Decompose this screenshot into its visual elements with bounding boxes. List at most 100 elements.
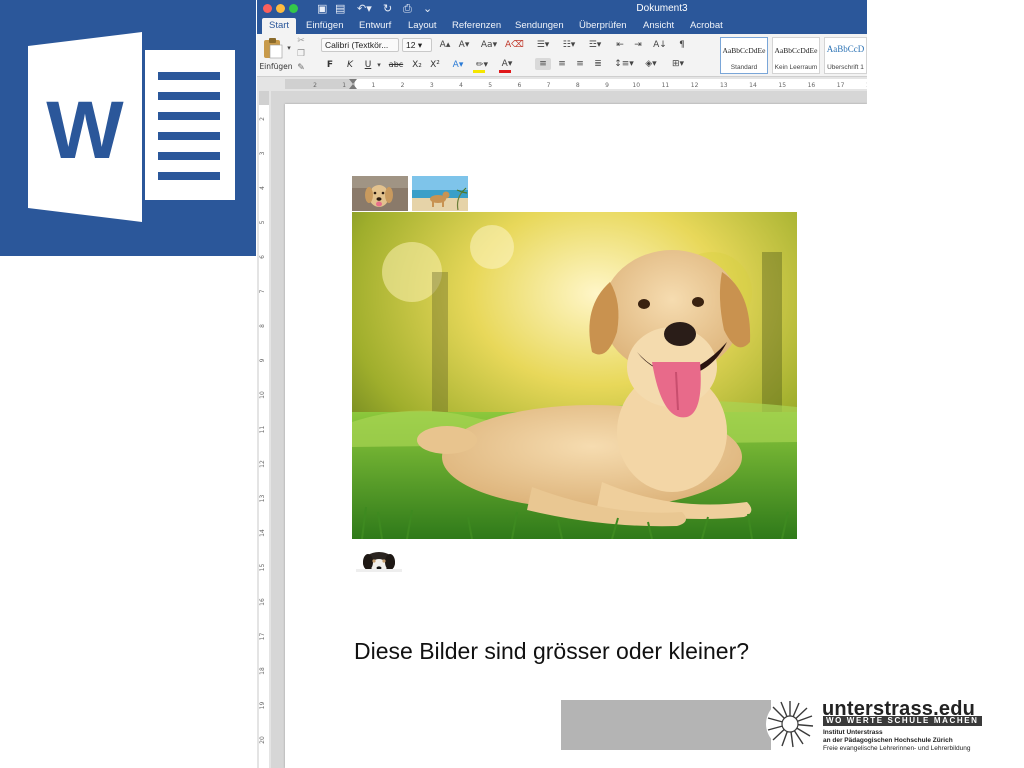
tab-acrobat[interactable]: Acrobat: [690, 18, 723, 34]
sort-icon[interactable]: A↓: [652, 39, 668, 51]
clear-formatting-icon[interactable]: A⌫: [505, 39, 524, 51]
shading-icon[interactable]: ◈▾: [641, 58, 661, 70]
ruler-tick-label: 11: [662, 82, 670, 89]
tab-referenzen[interactable]: Referenzen: [452, 18, 501, 34]
document-page[interactable]: Diese Bilder sind grösser oder kleiner?: [285, 104, 867, 768]
ruler-tick-label: 2: [259, 117, 266, 121]
horizontal-ruler[interactable]: 21123456789101112131415161718: [257, 77, 867, 91]
ruler-tick-label: 12: [691, 82, 699, 89]
grow-font-icon[interactable]: A▴: [437, 39, 453, 51]
multilevel-list-icon[interactable]: ☲▾: [585, 39, 605, 51]
underline-button[interactable]: U: [361, 58, 375, 72]
ruler-tick-label: 20: [259, 736, 266, 744]
align-center-icon[interactable]: ≡: [555, 58, 569, 70]
style-kein-leerraum[interactable]: AaBbCcDdEe Kein Leerraum: [772, 37, 820, 74]
decrease-indent-icon[interactable]: ⇤: [613, 39, 627, 51]
shrink-font-icon[interactable]: A▾: [456, 39, 472, 51]
ruler-tick-label: 14: [749, 82, 757, 89]
dog-portrait-image: [352, 176, 408, 211]
tab-start[interactable]: Start: [262, 18, 297, 34]
bullets-icon[interactable]: ☰▾: [533, 39, 553, 51]
ribbon-toolbar: Einfügen ▾ ✂ ❐ ✎ Calibri (Textkör... 12 …: [257, 34, 867, 77]
word-window: ▣ ▤ ↶▾ ↻ ⎙ ⌄ Dokument3 Start Einfügen En…: [257, 0, 867, 768]
change-case-icon[interactable]: Aa▾: [478, 39, 500, 51]
subscript-button[interactable]: X₂: [409, 58, 425, 72]
bold-button[interactable]: F: [323, 58, 337, 72]
format-painter-icon[interactable]: ✎: [295, 62, 307, 74]
ruler-tick-label: 12: [259, 460, 266, 468]
tab-ansicht[interactable]: Ansicht: [643, 18, 674, 34]
brand-tagline: WO WERTE SCHULE MACHEN: [823, 716, 982, 726]
word-app-logo: W: [0, 0, 256, 256]
ruler-tick-label: 1: [371, 82, 375, 89]
copy-icon[interactable]: ❐: [295, 48, 307, 60]
ruler-tick-label: 19: [259, 702, 266, 710]
horizontal-ruler-scale: 21123456789101112131415161718: [285, 79, 867, 89]
ruler-tick-label: 15: [259, 564, 266, 572]
font-color-icon[interactable]: A▾: [497, 58, 517, 70]
text-effects-icon[interactable]: A▾: [449, 59, 467, 71]
word-logo-letter: W: [46, 85, 124, 176]
ruler-tick-label: 3: [430, 82, 434, 89]
numbering-icon[interactable]: ☷▾: [559, 39, 579, 51]
ruler-tick-label: 17: [837, 82, 845, 89]
italic-button[interactable]: K: [343, 58, 357, 72]
style-standard-name: Standard: [730, 64, 758, 71]
vertical-ruler[interactable]: 23456789101112131415161718192021: [257, 91, 271, 768]
style-ueberschrift-sample: AaBbCcD: [826, 44, 865, 54]
labrador-in-grass-large[interactable]: [352, 212, 797, 539]
ruler-tick-label: 6: [259, 255, 266, 259]
word-document-icon: W: [28, 32, 235, 222]
tab-layout[interactable]: Layout: [408, 18, 437, 34]
ruler-tick-label: 14: [259, 529, 266, 537]
ruler-tick-label: 7: [259, 289, 266, 293]
ruler-tick-label: 18: [866, 82, 867, 89]
show-formatting-marks-icon[interactable]: ¶: [675, 39, 689, 51]
dog-peeking-small[interactable]: [356, 542, 402, 572]
ruler-tick-label: 11: [259, 426, 266, 434]
ruler-tick-label: 15: [778, 82, 786, 89]
unterstrass-sun-logo: [766, 698, 818, 750]
font-size-select[interactable]: 12 ▾: [402, 38, 432, 52]
footer-grey-bar: [561, 700, 771, 750]
document-caption[interactable]: Diese Bilder sind grösser oder kleiner?: [354, 638, 749, 665]
paste-button[interactable]: [261, 36, 285, 60]
cut-icon[interactable]: ✂: [295, 35, 307, 47]
ruler-tick-label: 17: [259, 633, 266, 641]
font-name-select[interactable]: Calibri (Textkör...: [321, 38, 399, 52]
title-bar: ▣ ▤ ↶▾ ↻ ⎙ ⌄ Dokument3: [257, 0, 867, 18]
ruler-tick-label: 9: [259, 358, 266, 362]
style-ueberschrift-1[interactable]: AaBbCcD Überschrift 1: [824, 37, 867, 74]
superscript-button[interactable]: X²: [427, 58, 443, 72]
dog-portrait-thumbnail[interactable]: [352, 176, 408, 211]
clipboard-icon: [264, 38, 283, 59]
paste-dropdown-icon[interactable]: ▾: [285, 42, 293, 54]
align-right-icon[interactable]: ≡: [573, 58, 587, 70]
ruler-tick-label: 8: [259, 324, 266, 328]
dog-beach-image: [412, 176, 468, 211]
ruler-tick-label: 13: [720, 82, 728, 89]
tab-einfuegen[interactable]: Einfügen: [306, 18, 344, 34]
style-standard[interactable]: AaBbCcDdEe Standard: [720, 37, 768, 74]
vertical-ruler-scale: 23456789101112131415161718192021: [259, 91, 269, 768]
align-left-icon[interactable]: ≡: [535, 58, 551, 70]
tab-entwurf[interactable]: Entwurf: [359, 18, 391, 34]
justify-icon[interactable]: ≣: [591, 58, 605, 70]
dog-beach-thumbnail[interactable]: [412, 176, 468, 211]
brand-line-2: an der Pädagogischen Hochschule Zürich: [823, 737, 953, 744]
underline-dropdown-icon[interactable]: ▾: [375, 59, 383, 71]
tab-ueberpruefen[interactable]: Überprüfen: [579, 18, 627, 34]
strikethrough-button[interactable]: abc: [385, 58, 407, 72]
increase-indent-icon[interactable]: ⇥: [631, 39, 645, 51]
ruler-tick-label: 2: [313, 82, 317, 89]
dog-peeking-image: [356, 552, 402, 572]
ruler-tick-label: 10: [632, 82, 640, 89]
style-standard-sample: AaBbCcDdEe: [722, 46, 766, 55]
borders-icon[interactable]: ⊞▾: [667, 58, 689, 70]
tab-sendungen[interactable]: Sendungen: [515, 18, 564, 34]
line-spacing-icon[interactable]: ↕≡▾: [613, 58, 635, 70]
paste-label: Einfügen: [259, 62, 293, 71]
style-kein-leerraum-sample: AaBbCcDdEe: [774, 46, 818, 55]
ruler-tick-label: 13: [259, 495, 266, 503]
ruler-tick-label: 7: [547, 82, 551, 89]
